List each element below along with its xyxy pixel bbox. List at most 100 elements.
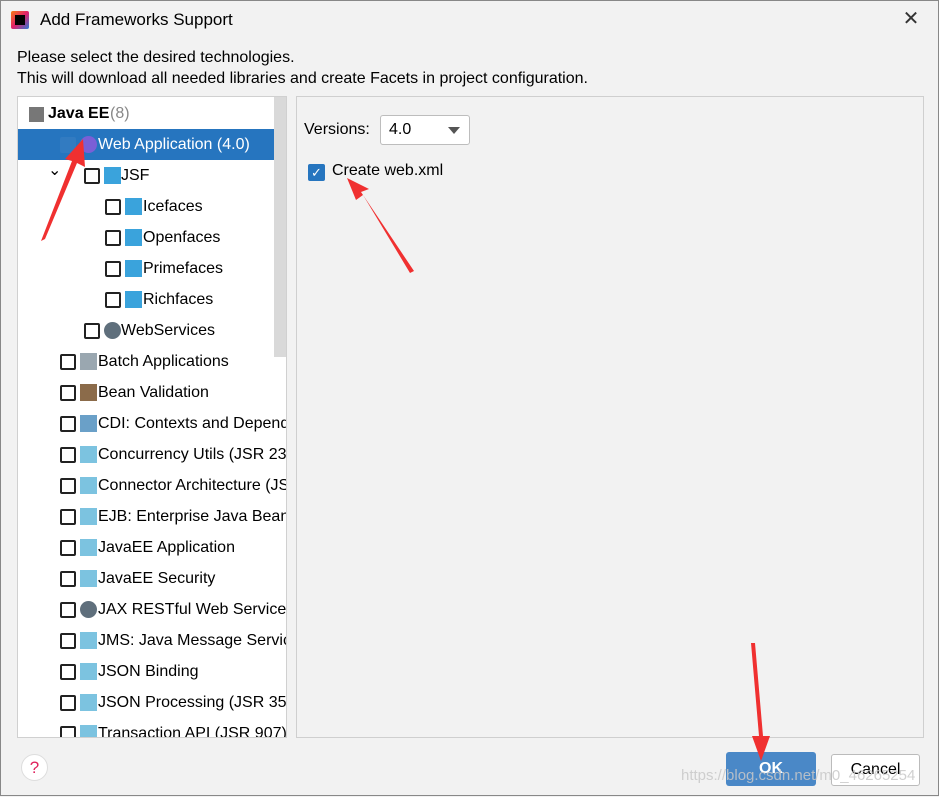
javaee-icon (80, 725, 97, 737)
gear-icon (80, 601, 97, 618)
tree-item[interactable]: Icefaces (18, 191, 274, 222)
item-checkbox[interactable] (84, 323, 100, 339)
item-checkbox[interactable] (60, 664, 76, 680)
gear-icon (104, 322, 121, 339)
tree-item[interactable]: Bean Validation (18, 377, 274, 408)
tree-item[interactable]: Batch Applications (18, 346, 274, 377)
javaee-icon (80, 663, 97, 680)
tree-item-label: JAX RESTful Web Services (98, 601, 287, 618)
chevron-down-icon (448, 127, 460, 134)
item-checkbox[interactable] (60, 695, 76, 711)
settings-panel: Versions: 4.0 ✓ Create web.xml (296, 96, 924, 738)
item-checkbox[interactable] (60, 540, 76, 556)
version-value: 4.0 (389, 121, 412, 138)
tree-item[interactable]: JSON Processing (JSR 353) (18, 687, 286, 718)
bean-validation-icon (80, 384, 97, 401)
tree-item-label: Bean Validation (98, 384, 209, 401)
tree-item[interactable]: JSON Binding (18, 656, 274, 687)
tree-item[interactable]: Transaction API (JSR 907) (18, 718, 286, 737)
create-webxml-checkbox[interactable]: ✓ (308, 164, 325, 181)
window-title: Add Frameworks Support (40, 10, 233, 29)
javaee-icon (80, 446, 97, 463)
create-webxml-label[interactable]: Create web.xml (332, 162, 443, 180)
item-checkbox[interactable] (60, 447, 76, 463)
tree-item[interactable]: JMS: Java Message Service (18, 625, 286, 656)
tree-item[interactable]: ⌄ JSF (18, 160, 274, 191)
item-checkbox[interactable] (60, 509, 76, 525)
item-checkbox[interactable] (105, 230, 121, 246)
jsf-icon (125, 198, 142, 215)
javaee-icon (80, 632, 97, 649)
tree-item[interactable]: Connector Architecture (JSR 322) (18, 470, 286, 501)
javaee-group-icon (29, 107, 44, 122)
tree-item[interactable]: JavaEE Application (18, 532, 274, 563)
tree-item[interactable]: CDI: Contexts and Dependency Injection (18, 408, 286, 439)
description-line-2: This will download all needed libraries … (17, 70, 588, 87)
item-checkbox[interactable] (60, 385, 76, 401)
tree-item[interactable]: Openfaces (18, 222, 274, 253)
item-checkbox[interactable] (84, 168, 100, 184)
web-module-icon (80, 136, 97, 153)
jsf-icon (125, 291, 142, 308)
watermark: https://blog.csdn.net/m0_46265254 (681, 767, 916, 784)
item-checkbox[interactable] (60, 571, 76, 587)
item-checkbox[interactable] (60, 602, 76, 618)
jsf-icon (104, 167, 121, 184)
javaee-icon (80, 570, 97, 587)
tree-item[interactable]: Primefaces (18, 253, 274, 284)
item-checkbox[interactable] (105, 199, 121, 215)
tree-item[interactable]: WebServices (18, 315, 274, 346)
tree-item[interactable]: EJB: Enterprise Java Beans (18, 501, 286, 532)
jsf-icon (125, 229, 142, 246)
item-checkbox[interactable] (105, 261, 121, 277)
tree-item-label: JSON Processing (JSR 353) (98, 694, 287, 711)
tree-item-label: JavaEE Security (98, 570, 216, 587)
tree-scrollbar[interactable] (274, 97, 286, 357)
item-checkbox[interactable] (60, 478, 76, 494)
technologies-tree[interactable]: Java EE (8) Web Application (4.0) ⌄ JSF Ice… (17, 96, 287, 738)
cdi-icon (80, 415, 97, 432)
versions-label: Versions: (304, 121, 370, 138)
jsf-icon (125, 260, 142, 277)
item-checkbox[interactable] (60, 726, 76, 737)
tree-item-label: Concurrency Utils (JSR 236) (98, 446, 287, 463)
javaee-icon (80, 694, 97, 711)
item-checkbox[interactable] (60, 354, 76, 370)
tree-group-java-ee: Java EE (8) (18, 98, 274, 129)
item-checkbox[interactable] (60, 137, 76, 153)
javaee-icon (80, 508, 97, 525)
javaee-icon (80, 477, 97, 494)
tree-item-label: Transaction API (JSR 907) (98, 725, 287, 738)
folder-icon (80, 353, 97, 370)
tree-item-label: JMS: Java Message Service (98, 632, 287, 649)
tree-item[interactable]: Richfaces (18, 284, 274, 315)
tree-item[interactable]: JAX RESTful Web Services (18, 594, 286, 625)
javaee-icon (80, 539, 97, 556)
tree-item[interactable]: JavaEE Security (18, 563, 274, 594)
group-label: Java EE (48, 105, 110, 122)
tree-item-label: Connector Architecture (JSR 322) (98, 477, 286, 494)
tree-item-label: EJB: Enterprise Java Beans (98, 508, 287, 525)
tree-item-label: Web Application (4.0) (98, 136, 250, 153)
intellij-app-icon (11, 11, 29, 29)
group-count: (8) (110, 105, 130, 122)
help-button[interactable]: ? (21, 754, 48, 781)
tree-item-label: Batch Applications (98, 353, 229, 370)
item-checkbox[interactable] (60, 416, 76, 432)
close-icon[interactable]: ✕ (899, 7, 923, 31)
tree-item-label: Richfaces (143, 291, 214, 308)
item-checkbox[interactable] (60, 633, 76, 649)
tree-item-label: CDI: Contexts and Dependency Injection (98, 415, 286, 432)
versions-select[interactable]: 4.0 (380, 115, 470, 145)
tree-item-label: JSF (121, 167, 150, 184)
tree-item-label: WebServices (121, 322, 215, 339)
tree-item-label: JavaEE Application (98, 539, 235, 556)
tree-item-label: Openfaces (143, 229, 221, 246)
description-line-1: Please select the desired technologies. (17, 49, 295, 66)
item-checkbox[interactable] (105, 292, 121, 308)
title-bar: Add Frameworks Support ✕ (1, 1, 939, 39)
tree-item-label: Primefaces (143, 260, 224, 277)
tree-item[interactable]: Concurrency Utils (JSR 236) (18, 439, 286, 470)
tree-item-label: Icefaces (143, 198, 203, 215)
chevron-down-icon[interactable]: ⌄ (48, 155, 61, 186)
